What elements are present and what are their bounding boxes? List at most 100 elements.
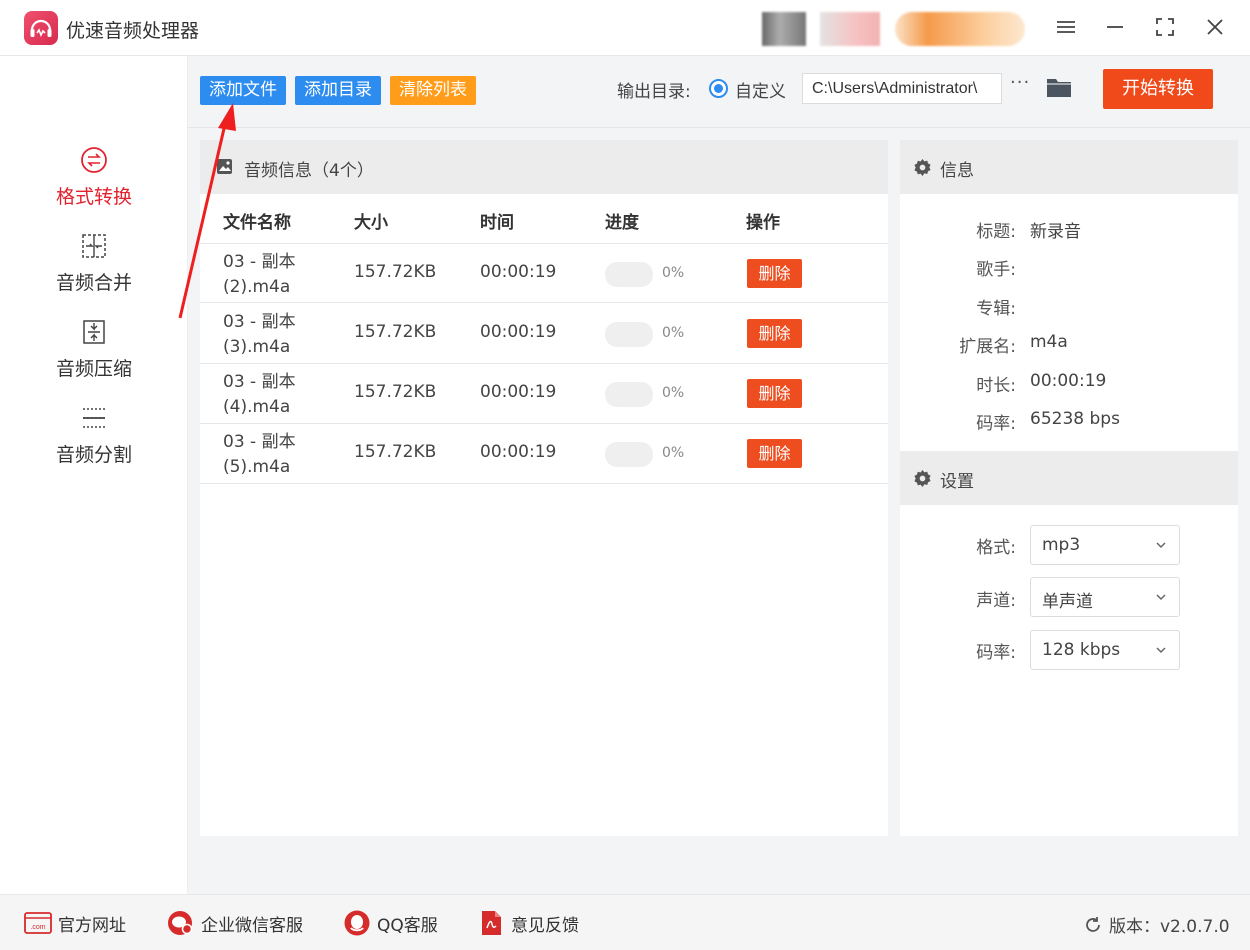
- table-row[interactable]: 03 - 副本 (2).m4a 157.72KB 00:00:19 0% 删除: [200, 243, 888, 303]
- file-time: 00:00:19: [480, 442, 557, 462]
- add-directory-button[interactable]: 添加目录: [295, 76, 381, 105]
- feedback-icon: [482, 911, 501, 935]
- column-header-time: 时间: [480, 213, 514, 233]
- qq-service-link[interactable]: QQ客服: [343, 910, 438, 936]
- chevron-down-icon: [1156, 542, 1166, 549]
- chevron-down-icon: [1156, 647, 1166, 654]
- table-row[interactable]: 03 - 副本 (4).m4a 157.72KB 00:00:19 0% 删除: [200, 364, 888, 424]
- feedback-link[interactable]: 意见反馈: [477, 910, 579, 936]
- sidebar-item-label: 音频分割: [55, 444, 132, 466]
- format-convert-icon: [81, 147, 107, 173]
- version-text: 版本：v2.0.7.0: [1109, 917, 1230, 937]
- delete-button[interactable]: 删除: [747, 319, 802, 348]
- channel-select[interactable]: 单声道: [1030, 577, 1180, 617]
- gear-icon: [914, 158, 931, 177]
- minimize-icon: [1107, 26, 1123, 28]
- progress-text: 0%: [662, 385, 685, 401]
- gear-icon: [914, 469, 931, 488]
- info-value-extension: m4a: [1030, 332, 1068, 352]
- maximize-icon: [1156, 18, 1174, 36]
- info-label-bitrate: 码率:: [976, 414, 1016, 434]
- sidebar-item-label: 音频合并: [55, 272, 132, 294]
- app-title: 优速音频处理器: [66, 20, 200, 42]
- file-name: 03 - 副本 (3).m4a: [223, 312, 296, 357]
- file-size: 157.72KB: [354, 322, 437, 342]
- custom-radio-label[interactable]: 自定义: [735, 77, 786, 102]
- channel-select-value: 单声道: [1042, 592, 1093, 612]
- info-label-duration: 时长:: [976, 376, 1016, 396]
- custom-radio[interactable]: [709, 79, 728, 98]
- column-header-name: 文件名称: [223, 213, 291, 233]
- info-value-duration: 00:00:19: [1030, 371, 1107, 391]
- sidebar-item-audio-compress[interactable]: 音频压缩: [0, 318, 188, 400]
- file-list-header: 音频信息（4个）: [200, 140, 888, 194]
- column-header-action: 操作: [746, 213, 780, 233]
- file-name: 03 - 副本 (5).m4a: [223, 432, 296, 477]
- image-icon: [217, 159, 232, 174]
- sidebar: 格式转换 音频合并 音频压缩 音频分割: [0, 56, 188, 894]
- settings-title: 设置: [940, 472, 974, 492]
- audio-split-icon: [83, 408, 105, 428]
- file-time: 00:00:19: [480, 322, 557, 342]
- start-convert-button[interactable]: 开始转换: [1103, 69, 1213, 109]
- file-list-panel: 音频信息（4个） 文件名称 大小 时间 进度 操作 03 - 副本 (2).m4…: [200, 140, 888, 836]
- maximize-button[interactable]: [1152, 14, 1178, 40]
- wechat-service-icon: [168, 911, 193, 935]
- progress-text: 0%: [662, 445, 685, 461]
- clear-list-button[interactable]: 清除列表: [390, 76, 476, 105]
- delete-button[interactable]: 删除: [747, 259, 802, 288]
- info-value-title: 新录音: [1030, 222, 1081, 242]
- setting-label-bitrate: 码率:: [976, 643, 1016, 663]
- sidebar-item-format-convert[interactable]: 格式转换: [0, 146, 188, 228]
- wechat-service-link[interactable]: 企业微信客服: [167, 910, 303, 936]
- file-size: 157.72KB: [354, 382, 437, 402]
- file-name: 03 - 副本 (4).m4a: [223, 372, 296, 417]
- footer: .com 官方网址 企业微信客服 QQ客服 意见反馈 版本：v2.0.7.0: [0, 894, 1250, 950]
- table-row[interactable]: 03 - 副本 (5).m4a 157.72KB 00:00:19 0% 删除: [200, 424, 888, 484]
- column-header-size: 大小: [354, 213, 388, 233]
- delete-button[interactable]: 删除: [747, 439, 802, 468]
- minimize-button[interactable]: [1102, 14, 1128, 40]
- add-file-button[interactable]: 添加文件: [200, 76, 286, 105]
- browse-more-button[interactable]: ···: [1010, 72, 1030, 93]
- info-title: 信息: [940, 161, 974, 181]
- file-size: 157.72KB: [354, 442, 437, 462]
- progress-bar: [605, 322, 653, 347]
- file-time: 00:00:19: [480, 382, 557, 402]
- bitrate-select[interactable]: 128 kbps: [1030, 630, 1180, 670]
- feedback-label: 意见反馈: [511, 915, 579, 936]
- audio-compress-icon: [83, 320, 105, 344]
- website-icon: .com: [24, 912, 52, 934]
- chevron-down-icon: [1156, 594, 1166, 601]
- info-header: 信息: [900, 140, 1238, 194]
- title-bar: 优速音频处理器: [0, 0, 1250, 56]
- settings-header: 设置: [900, 451, 1238, 505]
- file-time: 00:00:19: [480, 262, 557, 282]
- info-label-artist: 歌手:: [976, 260, 1016, 280]
- file-size: 157.72KB: [354, 262, 437, 282]
- sidebar-item-audio-split[interactable]: 音频分割: [0, 404, 188, 486]
- file-list-title: 音频信息（4个）: [244, 161, 374, 181]
- website-link-label: 官方网址: [58, 915, 126, 936]
- format-select-value: mp3: [1042, 535, 1081, 555]
- svg-text:.com: .com: [30, 924, 45, 931]
- version-info[interactable]: 版本：v2.0.7.0: [1083, 912, 1230, 937]
- progress-bar: [605, 382, 653, 407]
- bitrate-select-value: 128 kbps: [1042, 640, 1121, 660]
- progress-bar: [605, 442, 653, 467]
- website-link[interactable]: .com 官方网址: [24, 910, 126, 936]
- table-row[interactable]: 03 - 副本 (3).m4a 157.72KB 00:00:19 0% 删除: [200, 304, 888, 364]
- sidebar-item-label: 格式转换: [55, 186, 132, 208]
- sidebar-item-label: 音频压缩: [55, 358, 132, 380]
- sidebar-item-audio-merge[interactable]: 音频合并: [0, 232, 188, 314]
- delete-button[interactable]: 删除: [747, 379, 802, 408]
- qq-service-label: QQ客服: [377, 915, 438, 936]
- app-logo: [24, 11, 58, 45]
- menu-button[interactable]: [1053, 14, 1079, 40]
- folder-icon[interactable]: [1046, 75, 1072, 99]
- format-select[interactable]: mp3: [1030, 525, 1180, 565]
- close-button[interactable]: [1202, 14, 1228, 40]
- output-path-input[interactable]: C:\Users\Administrator\: [802, 73, 1002, 104]
- output-dir-label: 输出目录:: [617, 82, 691, 102]
- info-value-bitrate: 65238 bps: [1030, 409, 1120, 429]
